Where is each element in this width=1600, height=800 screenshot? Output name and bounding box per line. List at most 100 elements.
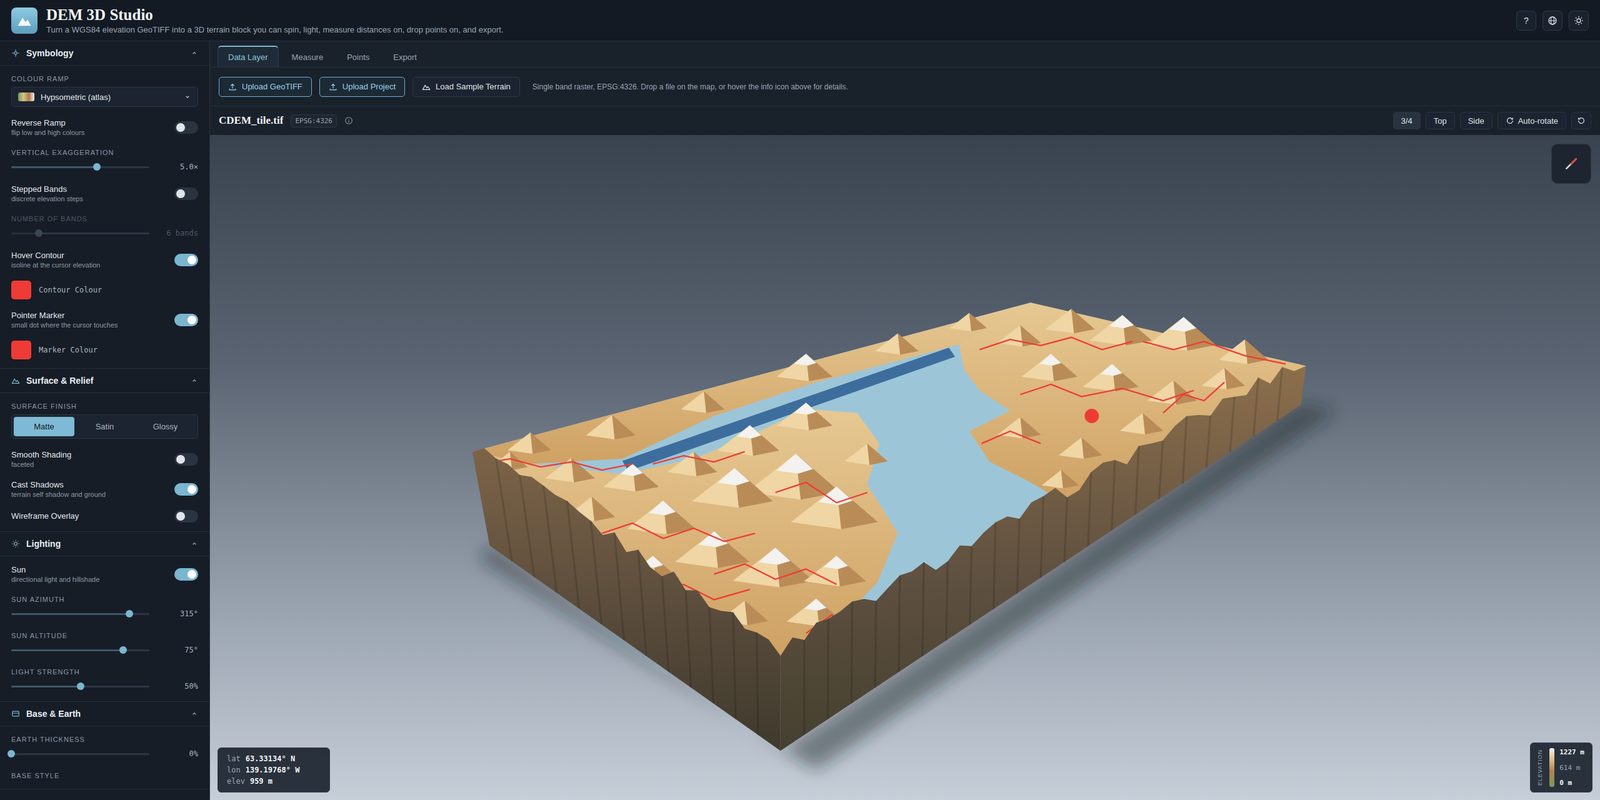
segment-option[interactable]: Matte (13, 416, 75, 437)
slider-thumb[interactable] (93, 163, 101, 171)
slider-track[interactable] (11, 753, 150, 755)
slider-thumb[interactable] (125, 610, 134, 618)
slider-track[interactable] (11, 649, 150, 652)
tab[interactable]: Export (382, 46, 428, 67)
toolbar-hint: Single band raster, EPSG:4326. Drop a fi… (532, 82, 849, 92)
ramp-select[interactable]: Hypsometric (atlas) (11, 86, 199, 107)
compass[interactable] (1551, 143, 1592, 184)
toggle-row: Reverse Rampflip low and high colours (11, 118, 199, 137)
toggle-switch[interactable] (174, 453, 199, 466)
toggle-hint: directional light and hillshade (11, 575, 100, 584)
slider-reading: 5.0× (158, 162, 199, 172)
toggle-switch[interactable] (174, 187, 199, 200)
language-button[interactable] (1542, 10, 1563, 31)
slider-track[interactable] (11, 613, 150, 615)
view-button[interactable]: 3/4 (1393, 111, 1421, 130)
readout-key: lat (226, 754, 241, 764)
section-body: Sundirectional light and hillshade SUN AZ… (0, 556, 210, 702)
toggle-row: Pointer Markersmall dot where the cursor… (11, 310, 199, 330)
sun-icon (1573, 15, 1584, 26)
section-header[interactable]: Base & Earth (0, 701, 210, 727)
tab[interactable]: Points (336, 46, 380, 67)
color-swatch[interactable] (11, 280, 32, 300)
section-title: Surface & Relief (26, 375, 185, 386)
side-striations (496, 366, 1283, 735)
slider-track[interactable] (11, 232, 150, 235)
section-title: Base & Earth (26, 708, 185, 719)
upload-icon (228, 82, 237, 92)
chevron-icon (190, 49, 199, 57)
switch-knob (187, 315, 197, 325)
toggle-switch[interactable] (174, 510, 199, 523)
contour-line (714, 563, 837, 585)
contour-line (1020, 384, 1195, 401)
slider-reading: 6 bands (158, 228, 199, 238)
toggle-label: Wireframe Overlay (11, 511, 79, 522)
contour-line (601, 523, 755, 542)
sidebar: Symbology COLOUR RAMPHypsometric (atlas) R… (0, 41, 210, 800)
info-icon[interactable] (344, 116, 354, 125)
segment-option[interactable]: Glossy (135, 416, 196, 437)
section-header[interactable]: Surface & Relief (0, 368, 210, 394)
dropdown-icon (183, 93, 192, 101)
contour-line (775, 482, 868, 504)
slider-reading: 75° (158, 645, 199, 655)
toggle-row: Sundirectional light and hillshade (11, 565, 199, 584)
tab[interactable]: Measure (281, 46, 335, 67)
toggle-text: Hover Contourisoline at the cursor eleva… (11, 250, 100, 270)
toggle-switch[interactable] (174, 483, 199, 496)
slider-thumb[interactable] (119, 646, 127, 654)
theme-button[interactable] (1568, 10, 1589, 31)
upload-icon (328, 82, 338, 92)
sidebar-section: Base & Earth EARTH THICKNESS0%BASE STYLE (0, 701, 210, 790)
slider-row: 5.0× (11, 160, 199, 174)
toggle-switch[interactable] (174, 568, 199, 581)
toggle-row: Cast Shadowsterrain self shadow and grou… (11, 480, 199, 499)
toggle-switch[interactable] (174, 121, 199, 134)
section-header[interactable]: Symbology (0, 41, 210, 66)
mountain-peak (717, 425, 780, 456)
toggle-text: Wireframe Overlay (11, 511, 79, 522)
section-body: EARTH THICKNESS0%BASE STYLE (0, 726, 210, 790)
mountain-peak (667, 451, 717, 477)
slider-thumb[interactable] (35, 229, 43, 237)
contour-line (1163, 382, 1225, 414)
button-label: Auto-rotate (1518, 116, 1559, 126)
toggle-hint: terrain self shadow and ground (11, 490, 106, 499)
cursor-readout: lat63.33134° Nlon139.19768° Welev959 m (217, 747, 330, 793)
view-button[interactable]: Side (1460, 111, 1493, 130)
view-button[interactable]: Top (1425, 111, 1455, 130)
slider-track[interactable] (11, 166, 150, 169)
section-header[interactable]: Lighting (0, 531, 210, 557)
toolbar-button[interactable]: Load Sample Terrain (412, 76, 520, 97)
slider-track[interactable] (11, 685, 150, 688)
workspace: Symbology COLOUR RAMPHypsometric (atlas) R… (0, 41, 1600, 800)
toggle-switch[interactable] (174, 253, 199, 267)
help-button[interactable]: ? (1516, 10, 1537, 31)
mountain-peak (803, 555, 866, 587)
auto-rotate-button[interactable]: Auto-rotate (1497, 111, 1567, 130)
select-control: COLOUR RAMPHypsometric (atlas) (11, 74, 199, 107)
toggle-row: Hover Contourisoline at the cursor eleva… (11, 250, 199, 270)
terrain-view[interactable] (210, 135, 1600, 800)
toolbar-button[interactable]: Upload Project (319, 76, 405, 97)
toolbar-button[interactable]: Upload GeoTIFF (218, 76, 312, 97)
toggle-switch[interactable] (174, 313, 199, 327)
mountain-peak (733, 547, 814, 588)
section-body: SURFACE FINISHMatteSatinGlossySmooth Sha… (0, 393, 210, 532)
segment-option[interactable]: Satin (74, 416, 135, 437)
mountain-peak (776, 402, 833, 430)
slider-thumb[interactable] (76, 682, 85, 690)
toggle-label: Stepped Bands (11, 184, 84, 195)
tab[interactable]: Data Layer (217, 45, 279, 67)
toggle-hint: discrete elevation steps (11, 194, 84, 204)
slider-row: 50% (11, 680, 199, 693)
control-label: SUN AZIMUTH (11, 595, 199, 604)
slider-thumb[interactable] (7, 750, 15, 758)
button-label: Upload Project (342, 81, 396, 92)
readout-row: lon139.19768° W (226, 765, 321, 775)
reset-view-button[interactable] (1571, 111, 1592, 130)
slider-control: SUN ALTITUDE75° (11, 631, 199, 657)
color-swatch[interactable] (11, 340, 32, 360)
readout-key: lon (226, 765, 241, 775)
